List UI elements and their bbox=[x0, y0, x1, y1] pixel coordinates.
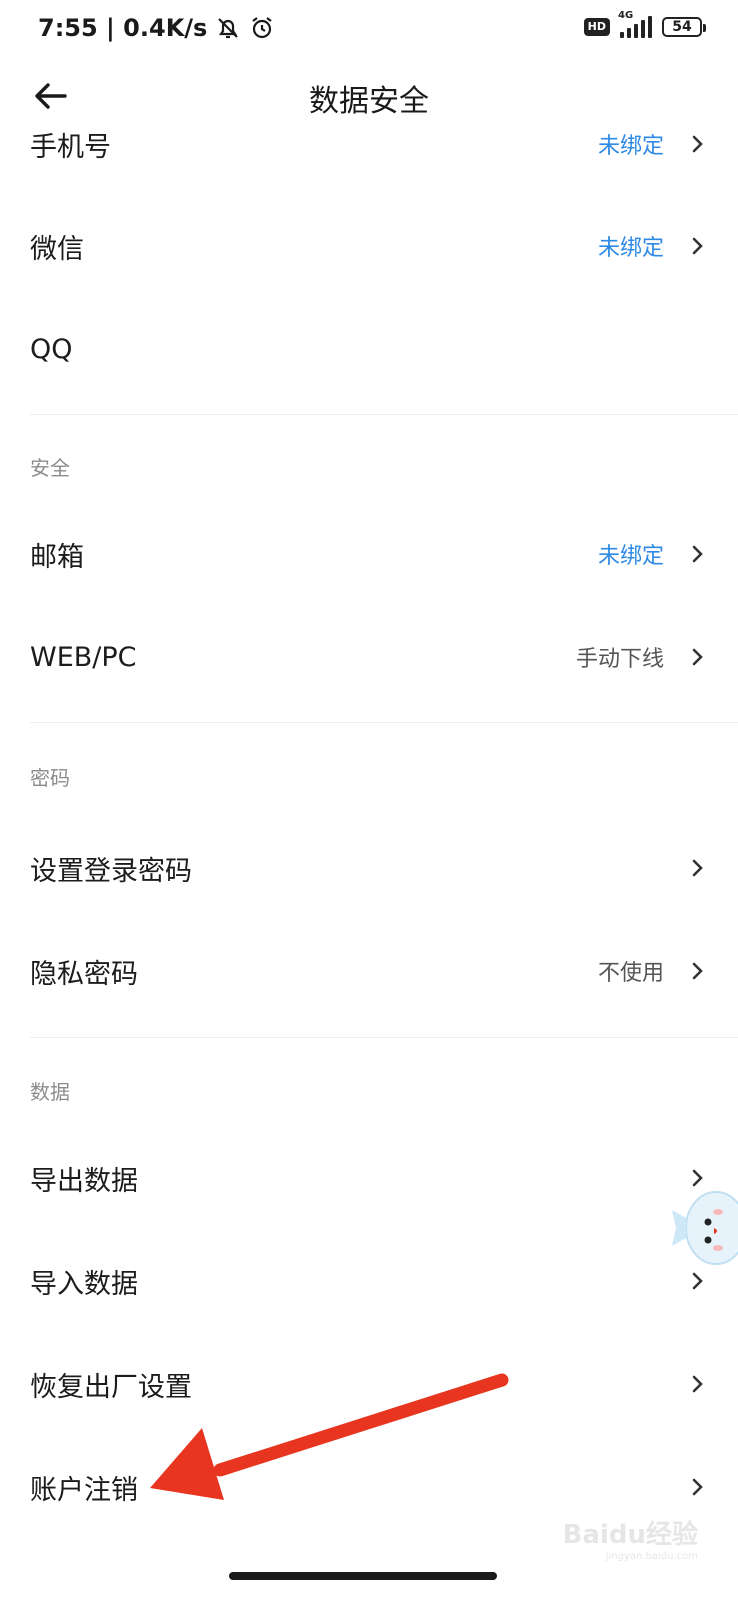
signal-bar bbox=[634, 24, 638, 38]
row-import-data[interactable]: 导入数据 bbox=[0, 1241, 738, 1321]
status-bar: 7:55 | 0.4K/s HD 4G 54 bbox=[0, 0, 738, 64]
row-qq[interactable]: QQ bbox=[0, 309, 738, 389]
battery-level: 54 bbox=[672, 19, 692, 35]
row-label: 手机号 bbox=[30, 131, 111, 163]
row-privacy-password[interactable]: 隐私密码 不使用 bbox=[0, 931, 738, 1011]
section-title-password: 密码 bbox=[30, 766, 70, 790]
alarm-icon bbox=[252, 17, 273, 39]
floating-mascot-icon[interactable] bbox=[668, 1188, 738, 1268]
watermark: Baidu经验 jingyan.baidu.com bbox=[563, 1514, 698, 1562]
signal-bar bbox=[627, 28, 631, 38]
signal-icon: 4G bbox=[618, 10, 652, 38]
network-type: 4G bbox=[618, 10, 634, 21]
row-webpc[interactable]: WEB/PC 手动下线 bbox=[0, 617, 738, 697]
row-label: 邮箱 bbox=[30, 541, 84, 573]
divider bbox=[30, 1037, 738, 1038]
chevron-right-icon bbox=[692, 859, 703, 877]
row-value: 不使用 bbox=[597, 961, 664, 986]
signal-bar bbox=[620, 32, 624, 38]
row-value: 未绑定 bbox=[597, 544, 664, 569]
watermark-url: jingyan.baidu.com bbox=[605, 1551, 698, 1562]
chevron-right-icon bbox=[692, 1272, 703, 1290]
row-wechat[interactable]: 微信 未绑定 bbox=[0, 206, 738, 286]
chevron-right-icon bbox=[692, 962, 703, 980]
hd-badge: HD bbox=[583, 18, 610, 36]
row-label: 微信 bbox=[30, 233, 84, 265]
row-value: 未绑定 bbox=[597, 236, 664, 261]
annotation-arrow bbox=[150, 1373, 509, 1500]
row-value: 未绑定 bbox=[597, 134, 664, 159]
chevron-right-icon bbox=[692, 1478, 703, 1496]
chevron-right-icon bbox=[692, 1375, 703, 1393]
home-indicator[interactable] bbox=[229, 1572, 497, 1580]
chevron-right-icon bbox=[692, 135, 703, 153]
row-label: 账户注销 bbox=[30, 1474, 138, 1506]
chevron-right-icon bbox=[692, 545, 703, 563]
watermark-brand: Baidu经验 bbox=[562, 1520, 698, 1550]
status-right: HD 4G 54 bbox=[583, 10, 706, 38]
signal-bar bbox=[641, 20, 645, 38]
row-export-data[interactable]: 导出数据 bbox=[0, 1138, 738, 1218]
section-title-data: 数据 bbox=[30, 1080, 70, 1104]
divider bbox=[30, 414, 738, 415]
status-time-speed: 7:55 | 0.4K/s bbox=[38, 14, 208, 42]
chevron-right-icon bbox=[692, 1169, 703, 1187]
row-phone[interactable]: 手机号 未绑定 bbox=[0, 104, 738, 184]
signal-bar bbox=[648, 16, 652, 38]
row-label: WEB/PC bbox=[30, 641, 137, 673]
chevron-right-icon bbox=[692, 648, 703, 666]
chevron-right-icon bbox=[692, 237, 703, 255]
row-label: 导入数据 bbox=[30, 1268, 138, 1300]
row-label: 隐私密码 bbox=[30, 958, 138, 990]
row-label: 导出数据 bbox=[30, 1165, 138, 1197]
row-label: 设置登录密码 bbox=[30, 855, 192, 887]
status-left: 7:55 | 0.4K/s bbox=[38, 14, 275, 42]
row-label: QQ bbox=[30, 333, 73, 365]
section-title-security: 安全 bbox=[30, 456, 70, 480]
divider bbox=[30, 722, 738, 723]
row-value: 手动下线 bbox=[575, 647, 664, 672]
row-login-password[interactable]: 设置登录密码 bbox=[0, 828, 738, 908]
row-email[interactable]: 邮箱 未绑定 bbox=[0, 514, 738, 594]
muted-bell-icon bbox=[218, 18, 239, 39]
battery-icon: 54 bbox=[662, 17, 706, 37]
